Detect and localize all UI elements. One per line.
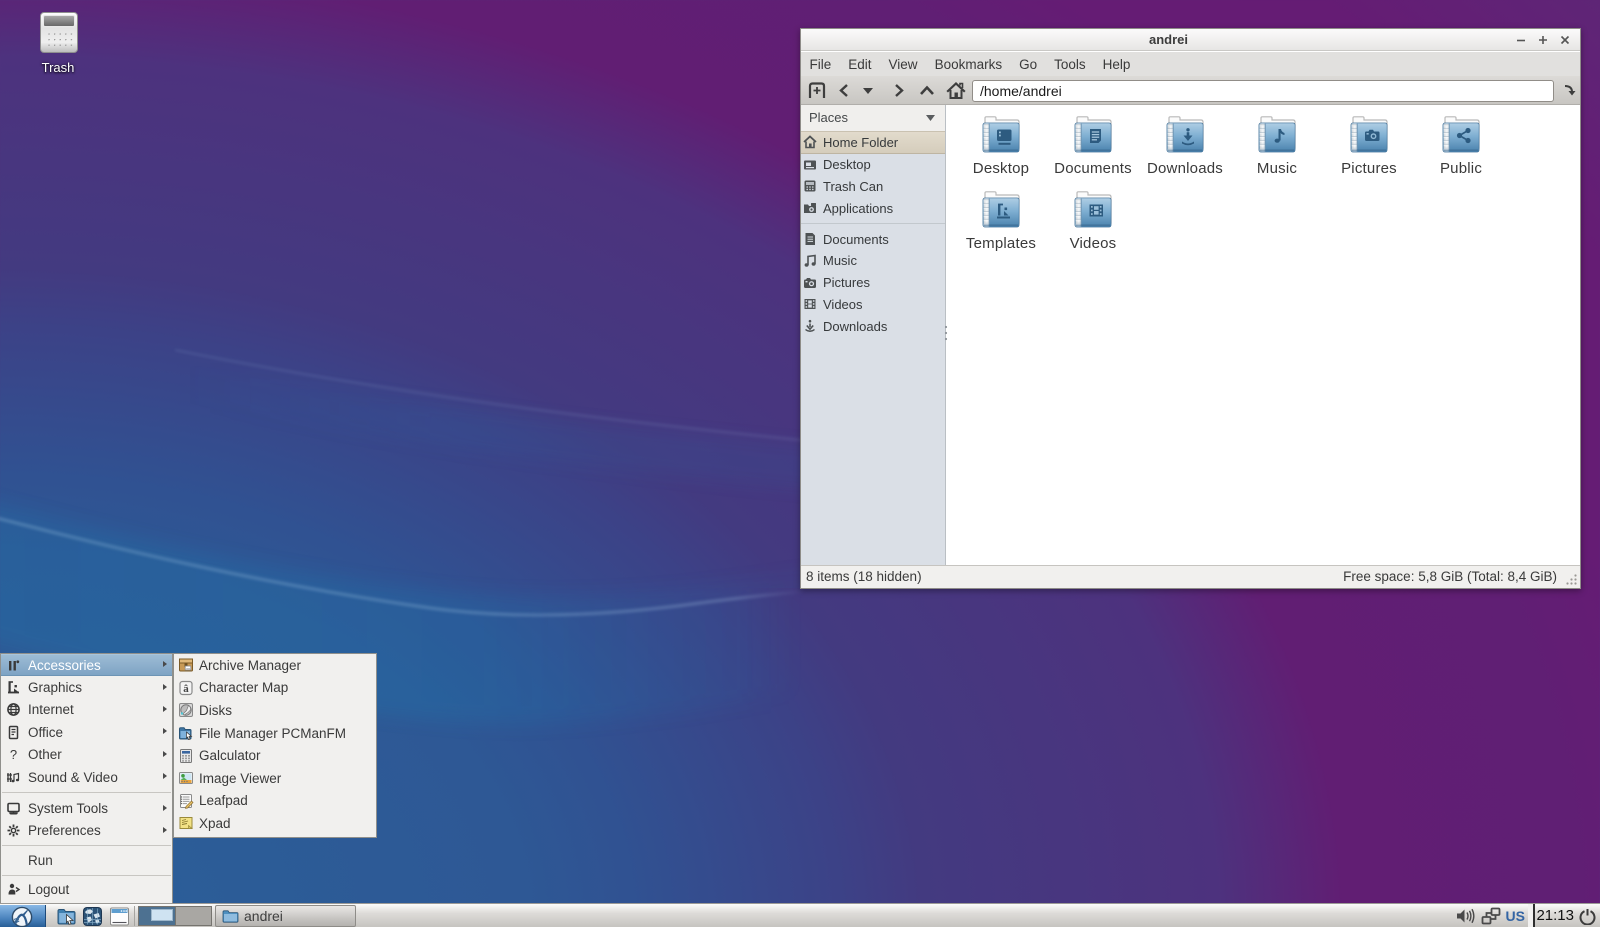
svg-text:â: â (183, 683, 189, 695)
